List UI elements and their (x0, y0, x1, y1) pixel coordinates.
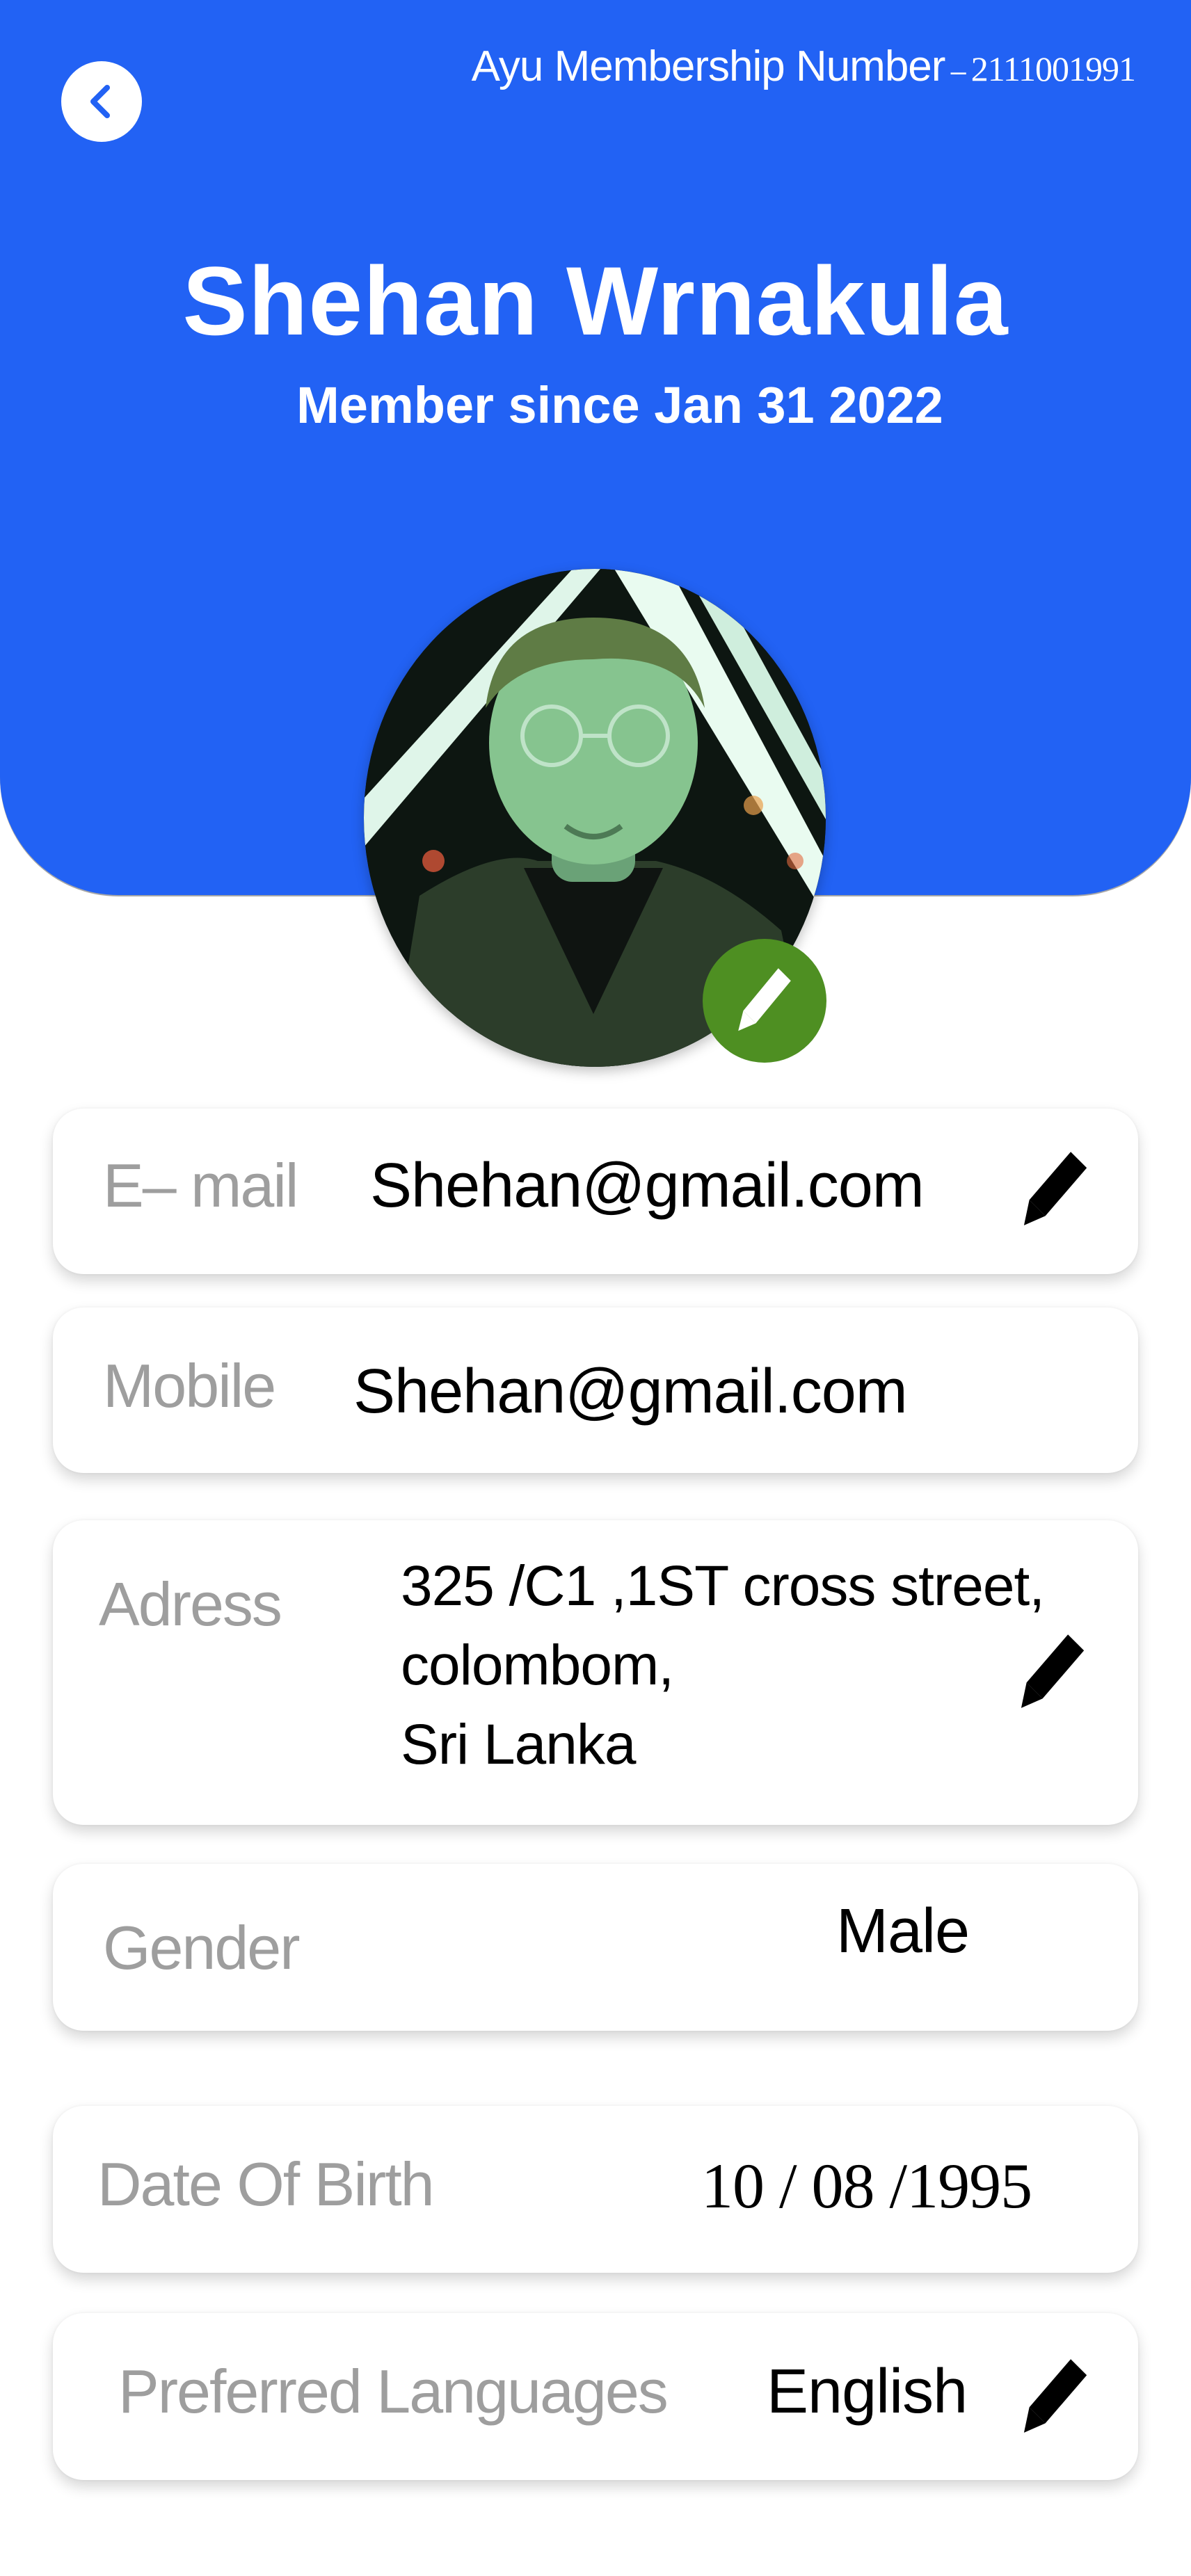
back-button[interactable] (61, 61, 142, 142)
language-card: Preferred Languages English (53, 2313, 1138, 2480)
edit-photo-button[interactable] (703, 939, 826, 1063)
dob-card: Date Of Birth 10 / 08 /1995 (53, 2106, 1138, 2273)
membership-label: Ayu Membership Number (471, 42, 946, 90)
address-card: Adress 325 /C1 ,1ST cross street, colomb… (53, 1520, 1138, 1825)
chevron-left-icon (90, 85, 110, 118)
pencil-icon (738, 968, 791, 1031)
mobile-value: Shehan@gmail.com (353, 1357, 908, 1426)
mobile-card: Mobile Shehan@gmail.com (53, 1307, 1138, 1473)
address-value: 325 /C1 ,1ST cross street, colombom, Sri… (401, 1547, 1045, 1785)
dob-label: Date Of Birth (97, 2150, 435, 2219)
membership-number-value: 2111001991 (970, 49, 1136, 88)
address-line-1: 325 /C1 ,1ST cross street, (401, 1554, 1045, 1618)
membership-number: Ayu Membership Number –2111001991 (471, 42, 1136, 91)
email-card: E– mail Shehan@gmail.com (53, 1109, 1138, 1274)
email-label: E– mail (103, 1151, 298, 1220)
gender-label: Gender (103, 1913, 301, 1982)
address-line-3: Sri Lanka (401, 1713, 636, 1776)
language-value: English (767, 2357, 968, 2426)
edit-language-icon[interactable] (1023, 2356, 1089, 2437)
member-name: Shehan Wrnakula (182, 246, 1009, 355)
gender-card: Gender Male (53, 1864, 1138, 2031)
gender-value: Male (836, 1897, 970, 1966)
address-line-2: colombom, (401, 1634, 674, 1697)
language-label: Preferred Languages (118, 2357, 669, 2426)
email-value: Shehan@gmail.com (370, 1151, 925, 1221)
member-since: Member since Jan 31 2022 (296, 376, 943, 434)
membership-separator: – (950, 56, 966, 87)
address-label: Adress (99, 1570, 282, 1639)
mobile-label: Mobile (103, 1351, 276, 1420)
edit-address-icon[interactable] (1020, 1632, 1087, 1712)
edit-email-icon[interactable] (1023, 1149, 1089, 1230)
dob-value: 10 / 08 /1995 (701, 2150, 1032, 2221)
